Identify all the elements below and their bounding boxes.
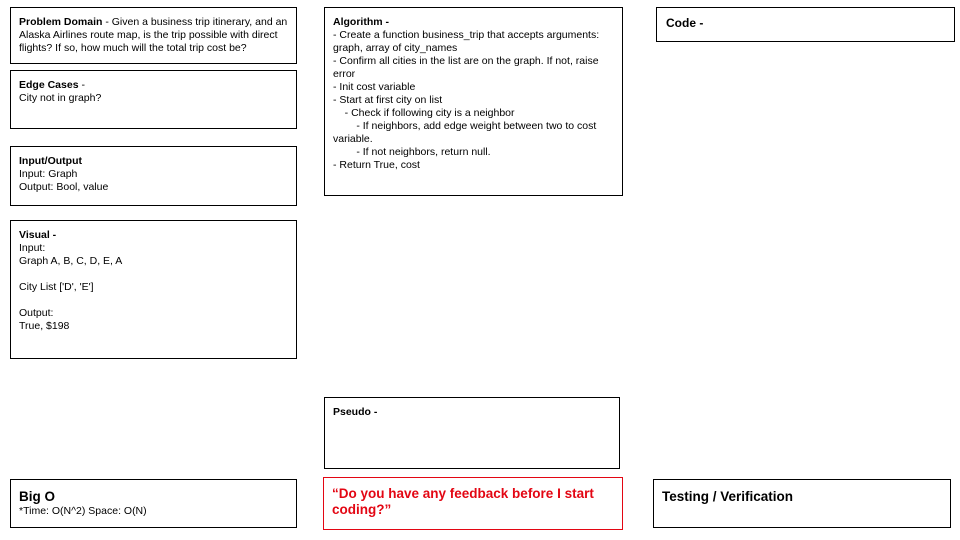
algorithm-line: - Create a function business_trip that a…	[333, 29, 603, 54]
big-o-box: Big O *Time: O(N^2) Space: O(N)	[10, 479, 297, 528]
visual-line: True, $198	[19, 320, 70, 332]
algorithm-line: - If neighbors, add edge weight between …	[333, 120, 600, 145]
visual-line: Graph A, B, C, D, E, A	[19, 255, 123, 267]
visual-line: Input:	[19, 242, 46, 254]
problem-domain-title: Problem Domain	[19, 16, 103, 28]
visual-line: Output:	[19, 307, 54, 319]
visual-spacer	[19, 268, 288, 281]
problem-domain-box: Problem Domain - Given a business trip i…	[10, 7, 297, 64]
input-output-title: Input/Output	[19, 155, 82, 167]
edge-cases-suffix: -	[78, 79, 85, 91]
big-o-title: Big O	[19, 489, 55, 504]
edge-cases-title: Edge Cases	[19, 79, 79, 91]
algorithm-line: - Return True, cost	[333, 159, 420, 171]
testing-box: Testing / Verification	[653, 479, 951, 528]
pseudo-box: Pseudo -	[324, 397, 620, 469]
code-box: Code -	[656, 7, 955, 42]
visual-spacer	[19, 294, 288, 307]
input-output-line: Output: Bool, value	[19, 181, 109, 193]
pseudo-title: Pseudo -	[333, 406, 378, 418]
algorithm-box: Algorithm - - Create a function business…	[324, 7, 623, 196]
algorithm-title: Algorithm -	[333, 16, 389, 28]
input-output-line: Input: Graph	[19, 168, 78, 180]
edge-cases-line: City not in graph?	[19, 92, 102, 104]
algorithm-line: - Confirm all cities in the list are on …	[333, 55, 602, 80]
testing-title: Testing / Verification	[662, 489, 794, 504]
visual-title: Visual -	[19, 229, 57, 241]
visual-box: Visual - Input: Graph A, B, C, D, E, A C…	[10, 220, 297, 359]
code-title: Code -	[666, 16, 704, 30]
input-output-box: Input/Output Input: Graph Output: Bool, …	[10, 146, 297, 206]
big-o-text: *Time: O(N^2) Space: O(N)	[19, 505, 147, 517]
edge-cases-box: Edge Cases - City not in graph?	[10, 70, 297, 129]
algorithm-line: - Start at first city on list	[333, 94, 443, 106]
feedback-question: “Do you have any feedback before I start…	[332, 486, 598, 517]
algorithm-line: - Init cost variable	[333, 81, 416, 93]
algorithm-line: - Check if following city is a neighbor	[333, 107, 515, 119]
algorithm-line: - If not neighbors, return null.	[333, 146, 491, 158]
visual-line: City List ['D', 'E']	[19, 281, 94, 293]
feedback-box: “Do you have any feedback before I start…	[323, 477, 623, 530]
